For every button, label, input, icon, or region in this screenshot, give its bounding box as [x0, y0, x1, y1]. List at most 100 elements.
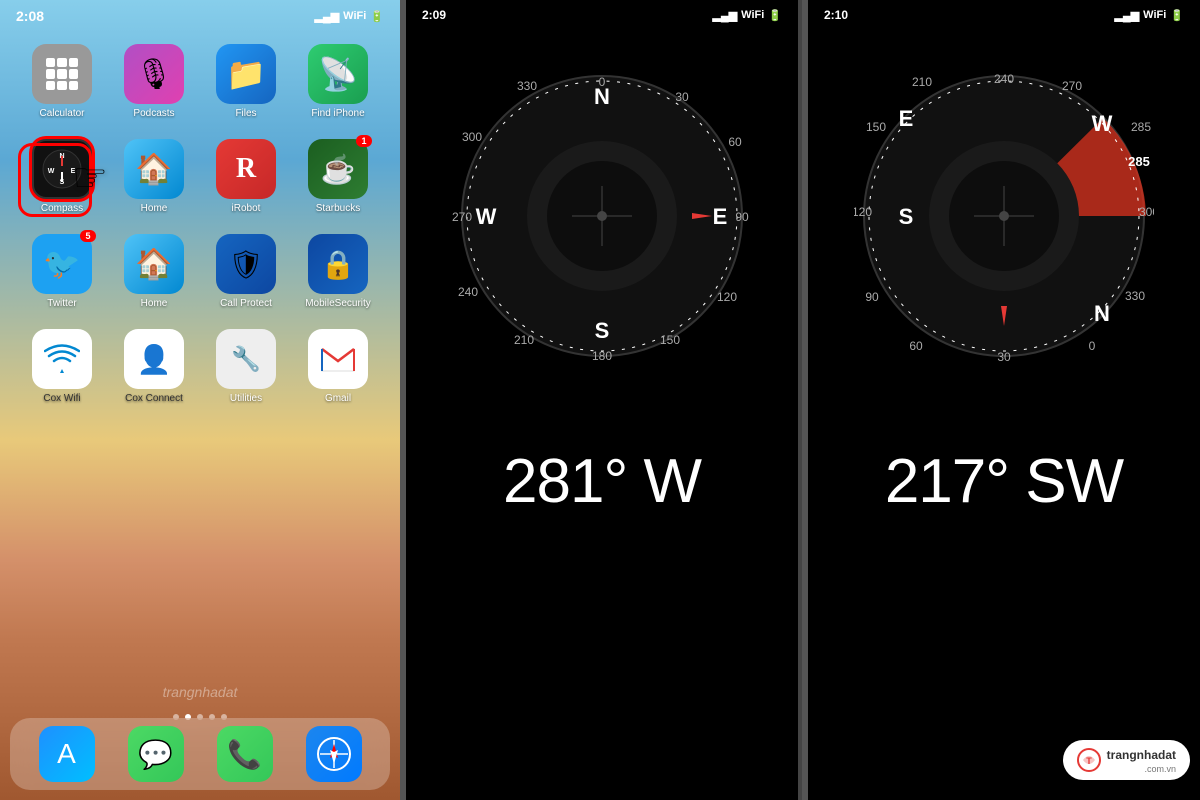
logo-text: trangnhadat .com.vn	[1107, 746, 1176, 774]
svg-text:30: 30	[675, 90, 689, 104]
app-icon-coxwifi	[32, 329, 92, 389]
svg-text:300: 300	[462, 130, 482, 144]
status-time-phone3: 2:10	[824, 8, 848, 22]
app-home[interactable]: 🏠 Home	[114, 139, 194, 214]
phone1-homescreen: 2:08 ▂▄▆ WiFi 🔋 Calculator 🎙 Podcasts	[0, 0, 400, 800]
app-icon-gmail	[308, 329, 368, 389]
svg-text:W: W	[1092, 111, 1113, 136]
svg-text:270: 270	[452, 210, 472, 224]
app-icon-findiphone: 📡	[308, 44, 368, 104]
svg-text:150: 150	[866, 120, 886, 134]
app-icon-coxhome: 🏠	[124, 234, 184, 294]
app-label-coxconnect: Cox Connect	[125, 393, 183, 404]
app-findiphone[interactable]: 📡 Find iPhone	[298, 44, 378, 119]
app-label-gmail: Gmail	[325, 393, 351, 404]
svg-text:330: 330	[1125, 289, 1145, 303]
trangnhadat-logo: T trangnhadat .com.vn	[1063, 740, 1190, 780]
svg-text:330: 330	[517, 79, 537, 93]
dock-safari[interactable]	[306, 726, 362, 782]
calculator-grid-icon	[46, 58, 78, 90]
dock-phone[interactable]: 📞	[217, 726, 273, 782]
status-time-phone2: 2:09	[422, 8, 446, 22]
dock-appstore[interactable]: A	[39, 726, 95, 782]
status-icons-phone3: ▂▄▆ WiFi 🔋	[1114, 8, 1184, 22]
status-bar-phone2: 2:09 ▂▄▆ WiFi 🔋	[406, 0, 798, 26]
compass-reading-phone3: 217° SW	[885, 446, 1123, 517]
hand-cursor-icon: ☞	[72, 155, 108, 201]
compass-dial-phone3: W S N E 240 270 285 300 330 0 30 60 90 1…	[854, 66, 1154, 366]
app-icon-utilities: 🔧	[216, 329, 276, 389]
app-coxconnect[interactable]: 👤 Cox Connect	[114, 329, 194, 404]
dock-messages[interactable]: 💬	[128, 726, 184, 782]
app-podcasts[interactable]: 🎙 Podcasts	[114, 44, 194, 119]
app-label-findiphone: Find iPhone	[311, 108, 364, 119]
app-label-mobilesec: MobileSecurity	[305, 298, 371, 309]
app-icon-calculator	[32, 44, 92, 104]
app-starbucks[interactable]: ☕ 1 Starbucks	[298, 139, 378, 214]
twitter-badge: 5	[80, 230, 96, 242]
logo-icon: T	[1077, 748, 1101, 772]
wifi-icon-p3: WiFi	[1143, 9, 1166, 21]
app-label-starbucks: Starbucks	[316, 203, 360, 214]
app-icon-callprotect: 🛡	[216, 234, 276, 294]
svg-text:60: 60	[728, 135, 742, 149]
app-utilities[interactable]: 🔧 Utilities	[206, 329, 286, 404]
signal-icon-p2: ▂▄▆	[712, 9, 737, 22]
status-bar-phone3: 2:10 ▂▄▆ WiFi 🔋	[808, 0, 1200, 26]
app-label-callprotect: Call Protect	[220, 298, 272, 309]
app-mobilesec[interactable]: 🔒 MobileSecurity	[298, 234, 378, 309]
svg-text:E: E	[899, 106, 914, 131]
svg-text:210: 210	[514, 333, 534, 347]
app-icon-files: 📁	[216, 44, 276, 104]
app-gmail[interactable]: Gmail	[298, 329, 378, 404]
svg-text:210: 210	[912, 75, 932, 89]
app-files[interactable]: 📁 Files	[206, 44, 286, 119]
app-callprotect[interactable]: 🛡 Call Protect	[206, 234, 286, 309]
app-icon-podcasts: 🎙	[124, 44, 184, 104]
app-icon-coxconnect: 👤	[124, 329, 184, 389]
svg-text:S: S	[899, 204, 914, 229]
app-twitter[interactable]: 🐦 5 Twitter	[22, 234, 102, 309]
svg-text:60: 60	[909, 339, 923, 353]
battery-icon: 🔋	[370, 10, 384, 23]
app-calculator[interactable]: Calculator	[22, 44, 102, 119]
svg-text:285: 285	[1128, 154, 1150, 169]
phone1-watermark: trangnhadat	[163, 684, 238, 700]
app-icon-starbucks: ☕ 1	[308, 139, 368, 199]
compass-svg-phone3: W S N E 240 270 285 300 330 0 30 60 90 1…	[854, 66, 1154, 366]
svg-text:30: 30	[997, 350, 1011, 364]
svg-text:E: E	[713, 204, 728, 229]
app-coxwifi[interactable]: Cox Wifi	[22, 329, 102, 404]
wifi-svg-icon	[44, 341, 80, 377]
svg-text:240: 240	[458, 285, 478, 299]
app-label-coxhome: Home	[141, 298, 168, 309]
compass-dial-phone2: N S E W 0 30 60 90 120 150 180 210 240 2…	[452, 66, 752, 366]
dock-icon-appstore: A	[39, 726, 95, 782]
signal-icon: ▂▄▆	[314, 10, 339, 23]
app-label-coxwifi: Cox Wifi	[43, 393, 80, 404]
svg-text:S: S	[595, 318, 610, 343]
app-label-calculator: Calculator	[39, 108, 84, 119]
starbucks-badge: 1	[356, 135, 372, 147]
irobot-r-icon: R	[236, 153, 256, 185]
app-label-twitter: Twitter	[47, 298, 76, 309]
svg-text:240: 240	[994, 72, 1014, 86]
safari-svg	[316, 736, 352, 772]
status-bar-phone1: 2:08 ▂▄▆ WiFi 🔋	[0, 0, 400, 28]
phone2-compass: 2:09 ▂▄▆ WiFi 🔋 N S E W 0	[406, 0, 802, 800]
svg-text:90: 90	[735, 210, 749, 224]
svg-text:150: 150	[660, 333, 680, 347]
svg-text:W: W	[476, 204, 497, 229]
svg-text:285: 285	[1131, 120, 1151, 134]
svg-text:300: 300	[1139, 205, 1154, 219]
app-coxhome[interactable]: 🏠 Home	[114, 234, 194, 309]
logo-domain: .com.vn	[1107, 764, 1176, 774]
app-irobot[interactable]: R iRobot	[206, 139, 286, 214]
compass-svg-phone2: N S E W 0 30 60 90 120 150 180 210 240 2…	[452, 66, 752, 366]
svg-text:0: 0	[1089, 339, 1096, 353]
dock-icon-safari	[306, 726, 362, 782]
battery-icon-p2: 🔋	[768, 9, 782, 22]
app-label-irobot: iRobot	[232, 203, 261, 214]
compass-reading-phone2: 281° W	[503, 446, 701, 517]
battery-icon-p3: 🔋	[1170, 9, 1184, 22]
